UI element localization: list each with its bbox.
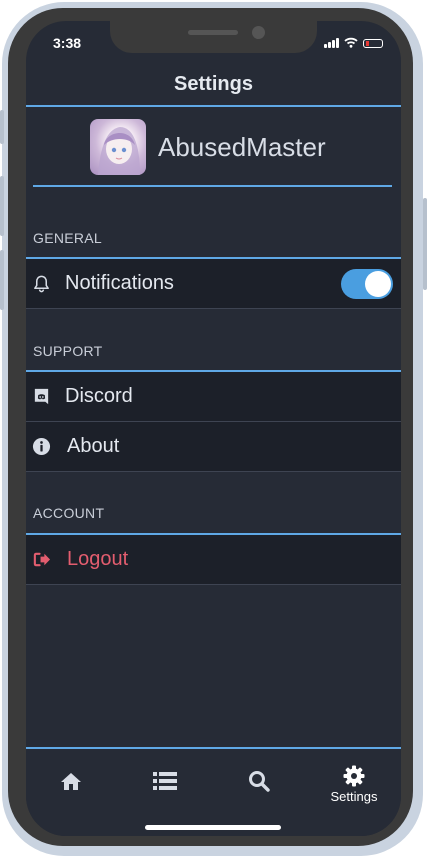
tab-home[interactable] — [26, 765, 116, 809]
home-icon — [61, 773, 81, 790]
screen: 3:38 Settings AbusedMaster GENERAL Notif… — [26, 21, 401, 836]
section-label-account: ACCOUNT — [33, 505, 105, 521]
status-time: 3:38 — [53, 35, 82, 51]
notifications-row[interactable]: Notifications — [26, 259, 401, 309]
header-divider — [26, 105, 401, 107]
volume-up-button — [0, 176, 4, 236]
tabbar: Settings — [26, 749, 401, 836]
info-icon — [32, 437, 51, 456]
home-indicator — [145, 825, 281, 830]
mute-switch — [0, 110, 4, 144]
discord-label: Discord — [65, 385, 133, 407]
speaker — [188, 30, 238, 35]
tab-search[interactable] — [214, 765, 304, 809]
list-icon — [153, 772, 177, 790]
wifi-icon — [344, 37, 358, 48]
about-label: About — [67, 435, 120, 457]
search-icon — [249, 771, 270, 792]
logout-label: Logout — [67, 548, 129, 570]
bell-icon — [34, 275, 49, 293]
notch — [110, 21, 317, 53]
avatar-image — [98, 127, 140, 175]
discord-row[interactable]: Discord — [26, 372, 401, 422]
volume-down-button — [0, 250, 4, 310]
discord-icon — [34, 388, 49, 405]
logout-row[interactable]: Logout — [26, 535, 401, 585]
section-label-general: GENERAL — [33, 230, 103, 246]
notifications-toggle[interactable] — [341, 269, 393, 299]
notifications-label: Notifications — [65, 272, 174, 294]
section-label-support: SUPPORT — [33, 343, 103, 359]
tab-settings[interactable]: Settings — [309, 765, 399, 809]
avatar[interactable] — [90, 119, 146, 175]
logout-icon — [33, 552, 51, 567]
toggle-knob — [365, 271, 391, 297]
gear-icon — [343, 765, 365, 787]
battery-icon — [363, 39, 383, 48]
tab-list[interactable] — [120, 765, 210, 809]
signal-icon — [324, 38, 339, 48]
status-icons — [324, 37, 383, 48]
profile-divider — [33, 185, 392, 187]
tab-settings-label: Settings — [330, 789, 378, 804]
page-title: Settings — [174, 73, 253, 95]
front-camera — [252, 26, 265, 39]
about-row[interactable]: About — [26, 422, 401, 472]
profile-username: AbusedMaster — [158, 132, 326, 162]
power-button — [423, 198, 427, 290]
